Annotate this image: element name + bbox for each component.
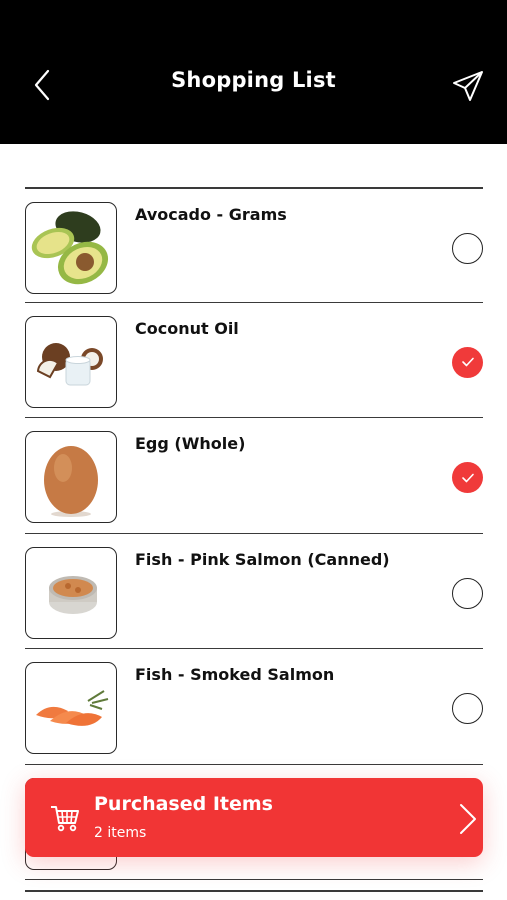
chevron-right-icon xyxy=(460,804,476,834)
share-button[interactable] xyxy=(450,68,486,104)
list-item[interactable]: Fish - Pink Salmon (Canned) xyxy=(25,534,483,649)
cart-icon xyxy=(51,806,79,832)
item-checkbox[interactable] xyxy=(452,233,483,264)
purchased-count: 2 items xyxy=(94,825,147,841)
item-checkbox[interactable] xyxy=(452,462,483,493)
list-item[interactable]: Egg (Whole) xyxy=(25,418,483,534)
purchased-items-button[interactable]: Purchased Items 2 items xyxy=(25,778,483,857)
shopping-list: Avocado - Grams Coconut Oil Egg (Whole) … xyxy=(25,187,483,880)
list-item[interactable]: Fish - Smoked Salmon xyxy=(25,649,483,765)
item-name: Avocado - Grams xyxy=(135,205,287,224)
egg-image xyxy=(25,431,117,523)
purchased-label: Purchased Items xyxy=(94,793,273,815)
checkmark-icon xyxy=(461,473,474,482)
item-checkbox[interactable] xyxy=(452,577,483,609)
list-item[interactable]: Avocado - Grams xyxy=(25,187,483,303)
divider xyxy=(25,890,483,892)
canned-salmon-image xyxy=(25,546,117,639)
item-name: Egg (Whole) xyxy=(135,434,246,453)
item-checkbox[interactable] xyxy=(452,346,483,378)
item-name: Fish - Smoked Salmon xyxy=(135,665,335,684)
checkmark-icon xyxy=(461,357,474,367)
item-name: Coconut Oil xyxy=(135,318,239,338)
item-checkbox[interactable] xyxy=(452,693,483,724)
page-title: Shopping List xyxy=(171,68,336,92)
app-header: Shopping List xyxy=(0,0,507,144)
coconut-oil-image xyxy=(25,315,117,408)
list-item[interactable]: Coconut Oil xyxy=(25,303,483,418)
send-icon xyxy=(453,71,483,101)
avocado-image xyxy=(25,202,117,294)
item-name: Fish - Pink Salmon (Canned) xyxy=(135,549,390,569)
smoked-salmon-image xyxy=(25,662,117,754)
